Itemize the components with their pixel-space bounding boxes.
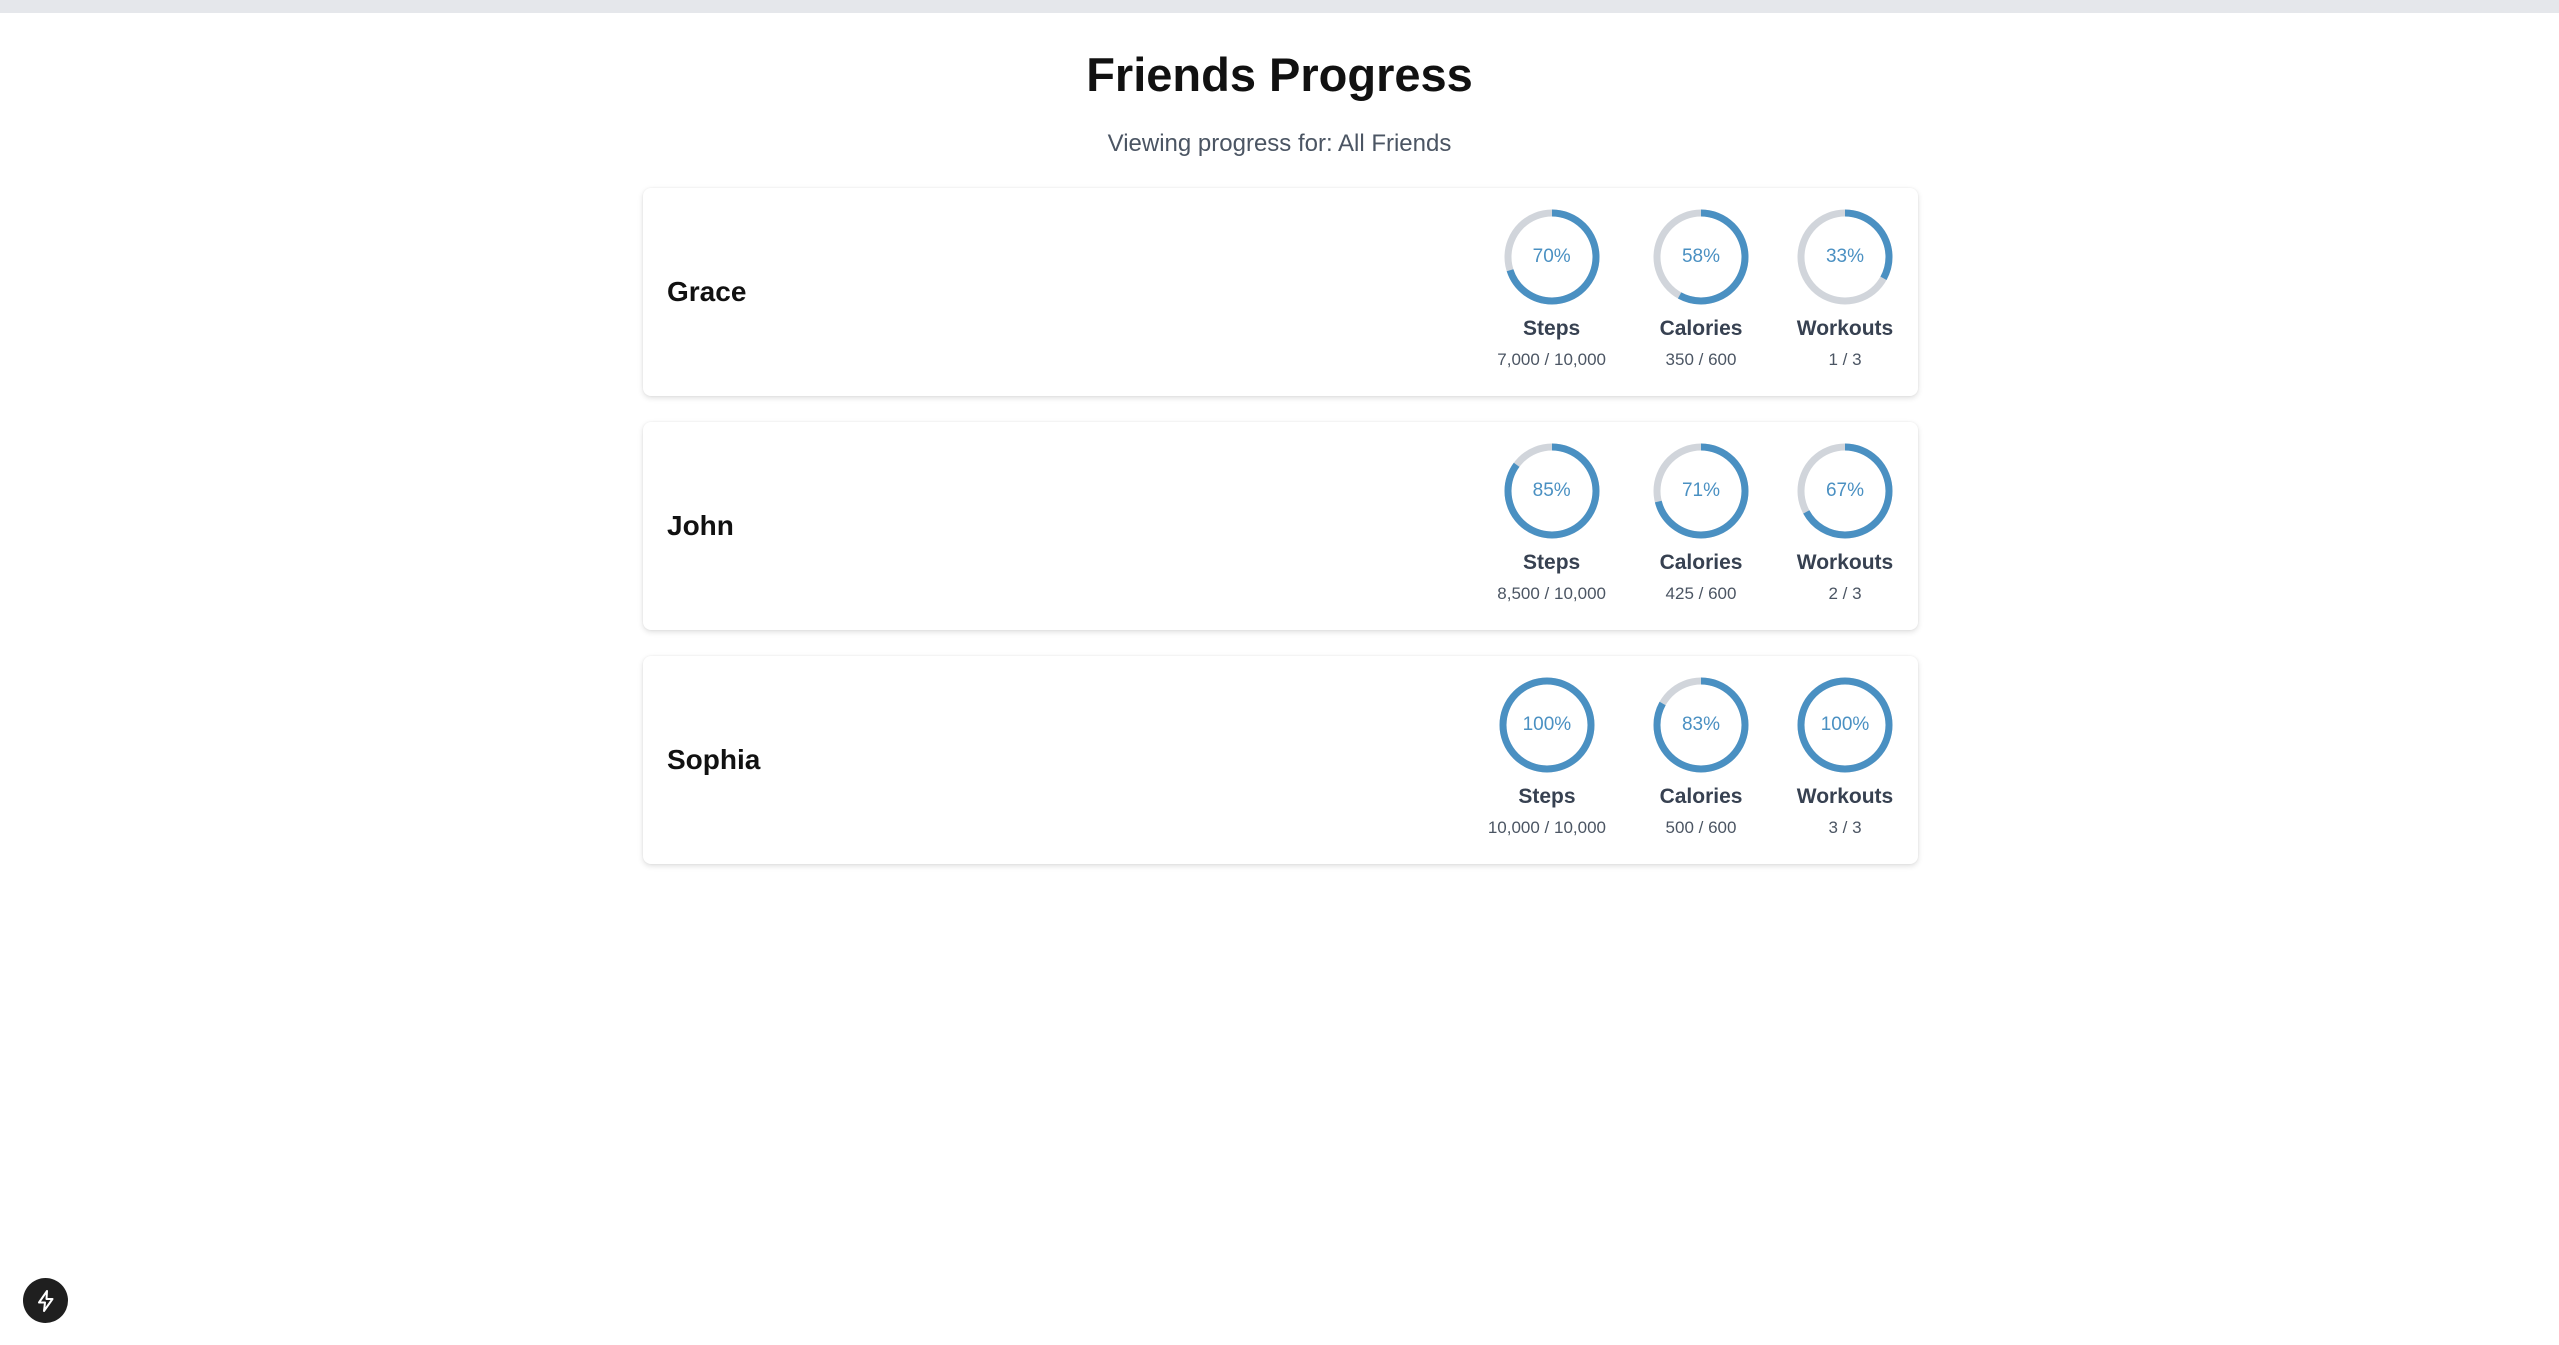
viewing-subtitle: Viewing progress for: All Friends <box>1107 130 1452 157</box>
friend-card: Grace 70% Steps 7,000 / 10,000 58% Calor… <box>643 188 1918 396</box>
ring-percent-text: 33% <box>1825 246 1865 267</box>
progress-ring: 58% <box>1652 208 1750 306</box>
ring-percent-text: 83% <box>1681 714 1721 735</box>
friend-name: Sophia <box>667 744 761 775</box>
metric-workouts: 100% Workouts 3 / 3 <box>1796 676 1894 839</box>
metric-value: 425 / 600 <box>1665 584 1737 603</box>
metrics-row: 70% Steps 7,000 / 10,000 58% Calories 35… <box>1497 208 1894 371</box>
metric-value: 500 / 600 <box>1665 818 1737 837</box>
ring-percent-text: 70% <box>1532 246 1571 267</box>
metric-label: Calories <box>1659 317 1743 340</box>
progress-ring: 83% <box>1652 676 1750 774</box>
lightning-bolt-icon <box>37 1289 53 1312</box>
friend-name: Grace <box>667 276 747 307</box>
metric-value: 7,000 / 10,000 <box>1497 350 1606 369</box>
page-title: Friends Progress <box>1086 48 1473 101</box>
progress-ring: 85% <box>1503 442 1601 540</box>
metric-value: 1 / 3 <box>1828 350 1862 369</box>
metric-label: Steps <box>1523 551 1581 574</box>
metric-value: 3 / 3 <box>1828 818 1862 837</box>
progress-ring: 33% <box>1796 208 1894 306</box>
metric-workouts: 67% Workouts 2 / 3 <box>1796 442 1894 605</box>
metric-value: 350 / 600 <box>1665 350 1737 369</box>
progress-ring: 71% <box>1652 442 1750 540</box>
top-bar <box>0 0 2559 13</box>
ring-percent-text: 71% <box>1681 480 1721 501</box>
metric-label: Steps <box>1523 317 1581 340</box>
friend-card: John 85% Steps 8,500 / 10,000 71% Calori… <box>643 422 1918 630</box>
progress-ring: 70% <box>1503 208 1601 306</box>
ring-percent-text: 100% <box>1820 714 1870 735</box>
ring-percent-text: 58% <box>1681 246 1721 267</box>
metric-workouts: 33% Workouts 1 / 3 <box>1796 208 1894 371</box>
metric-label: Calories <box>1659 785 1743 808</box>
metric-label: Workouts <box>1796 551 1894 574</box>
dev-tools-button[interactable] <box>23 1278 68 1323</box>
metric-calories: 71% Calories 425 / 600 <box>1652 442 1750 605</box>
metric-value: 8,500 / 10,000 <box>1497 584 1606 603</box>
metric-value: 2 / 3 <box>1828 584 1862 603</box>
metric-steps: 85% Steps 8,500 / 10,000 <box>1497 442 1606 605</box>
friend-cards-list: Grace 70% Steps 7,000 / 10,000 58% Calor… <box>643 188 1918 890</box>
friend-card: Sophia 100% Steps 10,000 / 10,000 83% Ca… <box>643 656 1918 864</box>
ring-percent-text: 100% <box>1522 714 1572 735</box>
metric-label: Calories <box>1659 551 1743 574</box>
progress-ring: 67% <box>1796 442 1894 540</box>
metrics-row: 100% Steps 10,000 / 10,000 83% Calories … <box>1488 676 1894 839</box>
metrics-row: 85% Steps 8,500 / 10,000 71% Calories 42… <box>1497 442 1894 605</box>
metric-label: Steps <box>1518 785 1576 808</box>
metric-steps: 70% Steps 7,000 / 10,000 <box>1497 208 1606 371</box>
metric-calories: 83% Calories 500 / 600 <box>1652 676 1750 839</box>
metric-value: 10,000 / 10,000 <box>1487 818 1606 837</box>
progress-ring: 100% <box>1796 676 1894 774</box>
metric-steps: 100% Steps 10,000 / 10,000 <box>1488 676 1606 839</box>
friend-name: John <box>667 510 734 541</box>
metric-label: Workouts <box>1796 785 1894 808</box>
metric-label: Workouts <box>1796 317 1894 340</box>
ring-percent-text: 85% <box>1532 480 1571 501</box>
progress-ring: 100% <box>1498 676 1596 774</box>
ring-percent-text: 67% <box>1825 480 1865 501</box>
metric-calories: 58% Calories 350 / 600 <box>1652 208 1750 371</box>
